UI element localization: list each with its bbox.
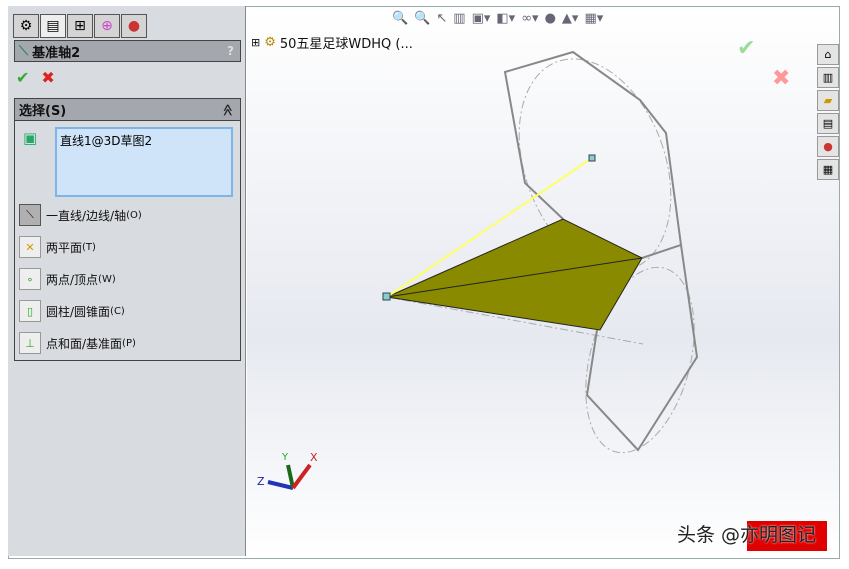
previous-view-icon[interactable]: ↖ (436, 11, 447, 26)
pyramid-face (385, 218, 643, 331)
collapse-icon[interactable]: ≫ (221, 103, 235, 116)
triad-y: Y (282, 452, 289, 463)
selection-group: 选择(S) ≫ ▣ 直线1@3D草图2 ⟍ 一直线/边线/轴 (O) ✕ 两平面 (T)… (14, 98, 241, 361)
option-cylinder-cone[interactable]: ▯ 圆柱/圆锥面 (C) (19, 300, 125, 322)
selection-header[interactable]: 选择(S) ≫ (15, 99, 240, 121)
heads-up-toolbar: 🔍 🔍 ↖ ▥ ▣▾ ◧▾ ∞▾ ● ▲▾ ▦▾ (392, 11, 603, 26)
display-manager-tab[interactable]: ● (121, 14, 147, 38)
option-point-face[interactable]: ⊥ 点和面/基准面 (P) (19, 332, 136, 354)
hide-show-icon[interactable]: ∞▾ (521, 11, 538, 26)
option-two-planes[interactable]: ✕ 两平面 (T) (19, 236, 96, 258)
zoom-to-fit-icon[interactable]: 🔍 (392, 11, 408, 26)
option-line-edge-axis[interactable]: ⟍ 一直线/边线/轴 (O) (19, 204, 142, 226)
option-two-points[interactable]: ∘ 两点/顶点 (W) (19, 268, 116, 290)
two-points-icon: ∘ (19, 268, 41, 290)
part-icon: ⚙ (264, 35, 276, 50)
view-orientation-icon[interactable]: ▣▾ (472, 11, 491, 26)
watermark: 头条 @亦明图记 (677, 524, 817, 546)
scene-icon[interactable]: ▲▾ (562, 11, 579, 26)
task-pane-tabs: ⌂ ▥ ▰ ▤ ● ▦ (817, 44, 839, 180)
manager-tabs: ⚙ ▤ ⊞ ⊕ ● (13, 14, 147, 38)
property-manager-panel: ⚙ ▤ ⊞ ⊕ ● ⟍ 基准轴2 ? ✔ ✖ 选择(S) ≫ ▣ 直线1@3D草… (8, 6, 246, 556)
model-geometry (267, 50, 699, 490)
property-manager-icon: ▤ (46, 18, 60, 34)
graphics-area[interactable]: X Y Z 🔍 🔍 ↖ ▥ ▣▾ ◧▾ ∞▾ ● ▲▾ ▦▾ ⊞ ⚙ 50五星足球WDHQ (..… (247, 8, 839, 556)
appearance-icon[interactable]: ● (545, 11, 556, 26)
cylinder-icon: ▯ (19, 300, 41, 322)
feature-manager-icon: ⚙ (19, 18, 33, 34)
custom-properties-icon[interactable]: ▦ (817, 159, 839, 180)
home-icon[interactable]: ⌂ (817, 44, 839, 65)
line-icon: ⟍ (19, 204, 41, 226)
triad-x: X (310, 451, 318, 464)
configuration-manager-tab[interactable]: ⊞ (67, 14, 93, 38)
library-icon[interactable]: ▥ (817, 67, 839, 88)
selection-title: 选择(S) (19, 104, 67, 119)
expand-icon[interactable]: ⊞ (251, 36, 260, 49)
appearances-icon[interactable]: ● (817, 136, 839, 157)
folder-icon[interactable]: ▰ (817, 90, 839, 111)
axis-icon: ⟍ (19, 43, 29, 59)
property-manager-tab[interactable]: ▤ (40, 14, 66, 38)
feature-tree-flyout[interactable]: ⊞ ⚙ 50五星足球WDHQ (... (251, 33, 413, 52)
selection-box-icon: ▣ (23, 129, 38, 147)
feature-header: ⟍ 基准轴2 ? (14, 40, 241, 62)
triad (267, 463, 312, 490)
zoom-area-icon[interactable]: 🔍 (414, 11, 430, 26)
view-settings-icon[interactable]: ▦▾ (584, 11, 603, 26)
dimxpert-icon: ⊕ (101, 18, 113, 34)
point-face-icon: ⊥ (19, 332, 41, 354)
feature-title: 基准轴2 (32, 45, 81, 61)
selected-item[interactable]: 直线1@3D草图2 (60, 134, 152, 148)
dimxpert-tab[interactable]: ⊕ (94, 14, 120, 38)
confirm-corner-ok[interactable]: ✔ (737, 36, 755, 61)
confirm-corner-cancel[interactable]: ✖ (772, 66, 790, 91)
selection-list[interactable]: 直线1@3D草图2 (55, 127, 233, 197)
cancel-button[interactable]: ✖ (41, 68, 54, 87)
section-view-icon[interactable]: ▥ (453, 11, 465, 26)
configuration-manager-icon: ⊞ (74, 18, 86, 34)
ok-button[interactable]: ✔ (16, 68, 29, 87)
feature-manager-tab[interactable]: ⚙ (13, 14, 39, 38)
display-style-icon[interactable]: ◧▾ (496, 11, 515, 26)
part-name: 50五星足球WDHQ (... (279, 37, 413, 52)
help-button[interactable]: ? (227, 44, 234, 58)
triad-z: Z (257, 475, 265, 488)
two-planes-icon: ✕ (19, 236, 41, 258)
display-manager-icon: ● (127, 18, 141, 34)
view-palette-icon[interactable]: ▤ (817, 113, 839, 134)
